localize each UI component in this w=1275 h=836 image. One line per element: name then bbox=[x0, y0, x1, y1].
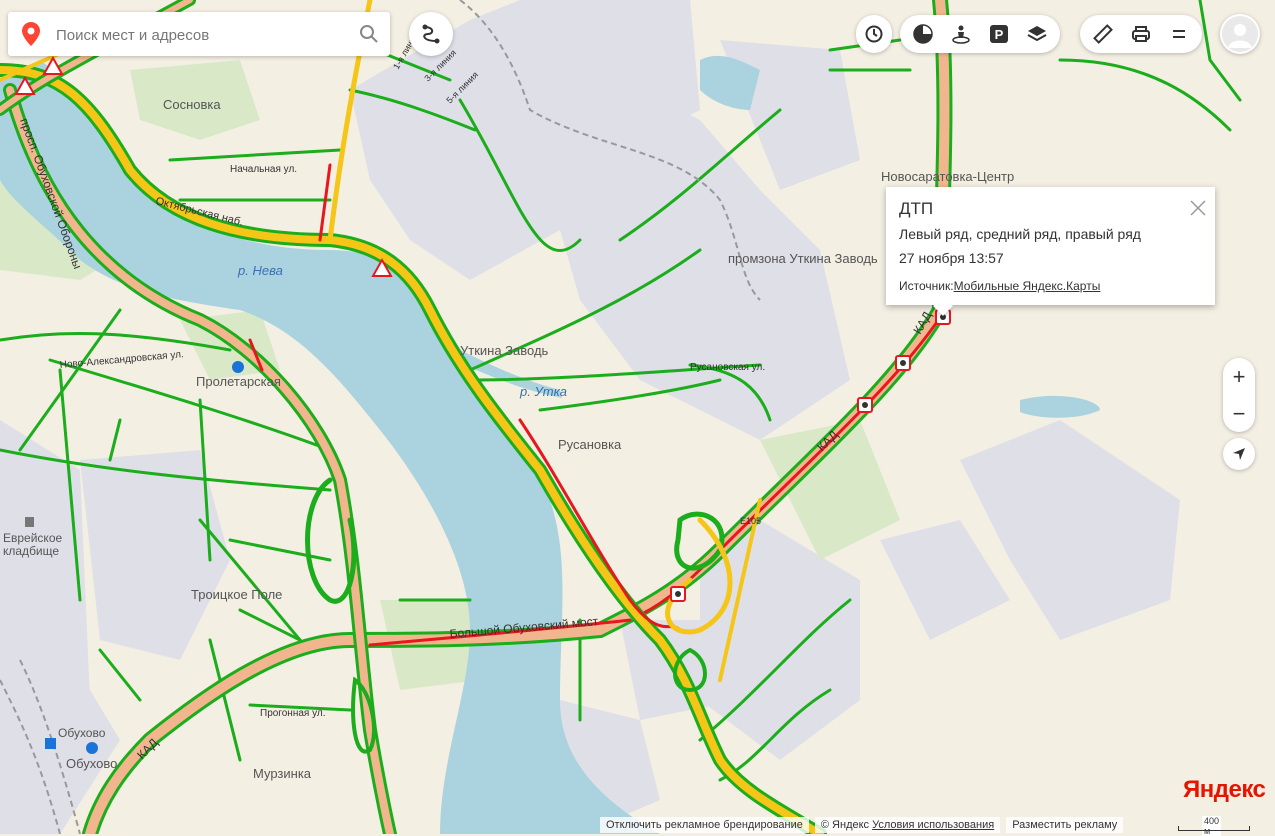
layers-icon bbox=[1027, 26, 1047, 42]
terms-link[interactable]: Условия использования bbox=[872, 819, 994, 831]
copyright-text: © Яндекс Условия использования bbox=[814, 816, 1001, 833]
label-sosnovka: Сосновка bbox=[163, 97, 221, 112]
geolocation-icon bbox=[1233, 448, 1245, 460]
popup-title: ДТП bbox=[899, 199, 934, 218]
scale-bar bbox=[1178, 826, 1250, 831]
zoom-control: + − bbox=[1223, 358, 1255, 432]
incident-popup: ДТП Левый ряд, средний ряд, правый ряд 2… bbox=[886, 187, 1215, 305]
label-progonnaya: Прогонная ул. bbox=[260, 708, 326, 719]
history-pill[interactable] bbox=[856, 15, 892, 53]
cemetery-icon bbox=[25, 517, 34, 527]
print-icon bbox=[1132, 26, 1150, 42]
label-evreyskoe1: Еврейское bbox=[3, 531, 62, 545]
metro-icon bbox=[86, 742, 98, 754]
accident-icon[interactable] bbox=[857, 397, 873, 413]
ruler-button[interactable] bbox=[1084, 15, 1122, 53]
footer: Отключить рекламное брендирование © Янде… bbox=[600, 815, 1129, 834]
map-pin-icon bbox=[22, 22, 40, 46]
accident-icon[interactable] bbox=[895, 355, 911, 371]
copyright: © Яндекс bbox=[820, 818, 870, 831]
label-promzona: промзона Уткина Заводь bbox=[728, 251, 878, 266]
close-icon[interactable] bbox=[1189, 199, 1207, 217]
ads-link[interactable]: Разместить рекламу bbox=[1006, 816, 1124, 833]
route-button[interactable] bbox=[409, 12, 453, 56]
zoom-in-button[interactable]: + bbox=[1223, 358, 1255, 395]
parking-button[interactable]: P bbox=[980, 15, 1018, 53]
panorama-icon bbox=[952, 25, 970, 44]
label-e105: E105 bbox=[740, 516, 761, 526]
popup-source: Источник:Мобильные Яндекс.Карты bbox=[899, 279, 1100, 293]
history-button[interactable] bbox=[860, 15, 888, 53]
label-rusanovskaya: Русановская ул. bbox=[690, 362, 765, 373]
map-canvas[interactable]: Сосновка Октябрьская наб. р. Нева просп.… bbox=[0, 0, 1275, 834]
clock-icon bbox=[865, 25, 883, 43]
label-troitskoe: Троицкое Поле bbox=[191, 587, 282, 602]
menu-button[interactable] bbox=[1160, 15, 1198, 53]
print-button[interactable] bbox=[1122, 15, 1160, 53]
parking-icon: P bbox=[990, 25, 1008, 43]
label-neva: р. Нева bbox=[237, 263, 283, 278]
label-utkina: Уткина Заводь bbox=[460, 343, 549, 358]
ruler-icon bbox=[1093, 24, 1113, 44]
traffic-icon bbox=[913, 24, 933, 44]
label-utka: р. Утка bbox=[519, 384, 567, 399]
route-icon bbox=[422, 24, 440, 44]
label-obukhovo-2: Обухово bbox=[66, 756, 117, 771]
menu-icon bbox=[1173, 30, 1185, 38]
label-obukhovo: Обухово bbox=[58, 726, 106, 740]
label-proletarskaya: Пролетарская bbox=[196, 374, 281, 389]
user-avatar[interactable] bbox=[1220, 14, 1260, 54]
label-evreyskoe2: кладбище bbox=[3, 544, 59, 558]
search-input[interactable] bbox=[54, 22, 348, 48]
traffic-button[interactable] bbox=[904, 15, 942, 53]
label-rusanovka: Русановка bbox=[558, 437, 622, 452]
layers-button[interactable] bbox=[1018, 15, 1056, 53]
branding-toggle[interactable]: Отключить рекламное брендирование bbox=[600, 816, 809, 833]
label-novosaratovka: Новосаратовка-Центр bbox=[881, 169, 1014, 184]
panorama-button[interactable] bbox=[942, 15, 980, 53]
popup-source-label: Источник: bbox=[899, 279, 954, 293]
popup-lanes: Левый ряд, средний ряд, правый ряд bbox=[899, 226, 1141, 242]
label-street: Начальная ул. bbox=[230, 164, 297, 175]
label-murzinka: Мурзинка bbox=[253, 766, 312, 781]
tools-toolbar bbox=[1080, 15, 1202, 53]
layers-toolbar: P bbox=[900, 15, 1060, 53]
bus-icon bbox=[45, 738, 56, 749]
popup-source-link[interactable]: Мобильные Яндекс.Карты bbox=[954, 279, 1101, 293]
search-box[interactable] bbox=[8, 12, 390, 56]
popup-datetime: 27 ноября 13:57 bbox=[899, 250, 1004, 266]
metro-icon bbox=[232, 361, 244, 373]
yandex-logo[interactable]: Яндекс bbox=[1183, 776, 1266, 804]
svg-text:P: P bbox=[995, 27, 1004, 42]
avatar-icon bbox=[1222, 16, 1258, 52]
search-icon[interactable] bbox=[358, 23, 380, 45]
zoom-out-button[interactable]: − bbox=[1223, 395, 1255, 432]
accident-icon[interactable] bbox=[670, 586, 686, 602]
geolocation-button[interactable] bbox=[1223, 438, 1255, 470]
